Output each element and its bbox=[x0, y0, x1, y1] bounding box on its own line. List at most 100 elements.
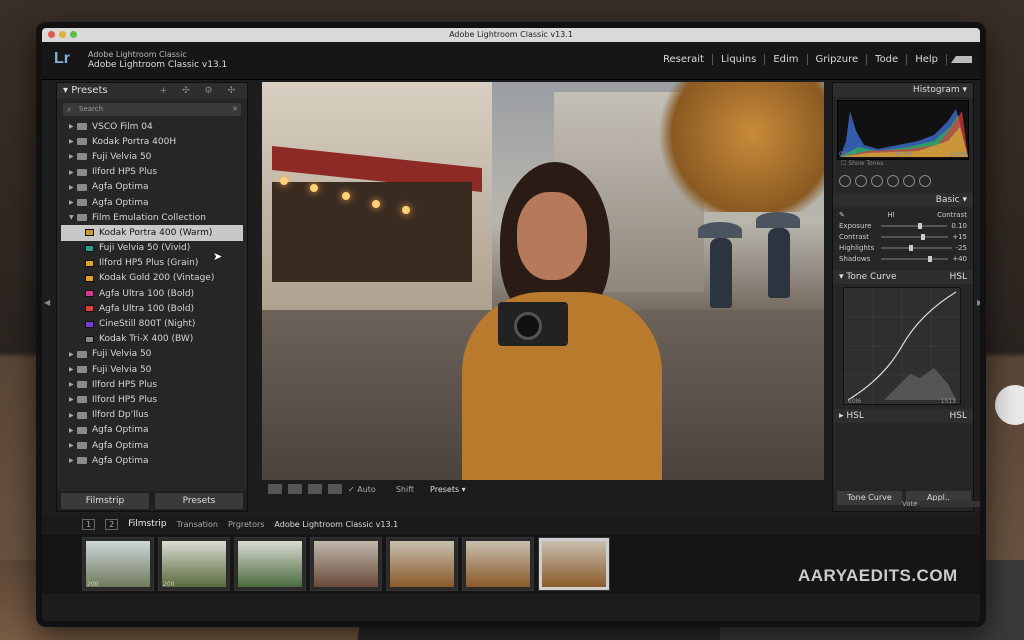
filmstrip-crumb[interactable]: Prgretors bbox=[228, 520, 264, 529]
preset-folder[interactable]: ▶ Fuji Velvia 50 bbox=[61, 362, 243, 377]
monitor-2-icon[interactable]: 2 bbox=[105, 518, 119, 530]
module-edim[interactable]: Edim bbox=[765, 54, 808, 65]
disclosure-triangle-icon[interactable]: ▶ bbox=[69, 412, 77, 419]
preset-folder[interactable]: ▶ Fuji Velvia 50 bbox=[61, 347, 243, 362]
basic-header[interactable]: Basic ▾ bbox=[833, 193, 973, 207]
slider-knob[interactable] bbox=[921, 233, 926, 240]
preset-folder[interactable]: ▶ VSCO Film 04 bbox=[61, 119, 243, 134]
preset-search-input[interactable]: ⌕ Search ✕ bbox=[63, 103, 241, 116]
slider-value[interactable]: +40 bbox=[952, 255, 967, 263]
disclosure-triangle-icon[interactable]: ▶ bbox=[69, 123, 77, 130]
preset-item[interactable]: CineStill 800T (Night) bbox=[61, 316, 243, 331]
filmstrip-thumbnail[interactable] bbox=[310, 537, 382, 591]
toolbar-presets-dropdown[interactable]: Presets ▾ bbox=[430, 485, 466, 494]
preset-folder[interactable]: ▶ Agfa Optima bbox=[61, 195, 243, 210]
slider-knob[interactable] bbox=[928, 255, 933, 262]
preset-item[interactable]: Kodak Tri-X 400 (BW) bbox=[61, 332, 243, 347]
slider-value[interactable]: +15 bbox=[952, 233, 967, 241]
filmstrip-thumbnail[interactable] bbox=[234, 537, 306, 591]
filmstrip-thumbnail[interactable]: 200 bbox=[82, 537, 154, 591]
disclosure-triangle-icon[interactable]: ▶ bbox=[69, 184, 77, 191]
module-menu-icon[interactable] bbox=[951, 56, 972, 63]
slider-knob[interactable] bbox=[917, 222, 922, 229]
module-reserait[interactable]: Reserait bbox=[655, 54, 713, 65]
preset-folder[interactable]: ▶ Ilford Dp'llus bbox=[61, 408, 243, 423]
histogram-header[interactable]: Histogram ▾ bbox=[833, 83, 973, 97]
disclosure-triangle-icon[interactable]: ▶ bbox=[69, 442, 77, 449]
monitor-1-icon[interactable]: 1 bbox=[82, 518, 96, 530]
graduated-filter-icon[interactable] bbox=[903, 175, 915, 187]
tone-curve[interactable]: €0l6 1513 bbox=[843, 287, 961, 405]
survey-view-icon[interactable] bbox=[328, 484, 342, 494]
vote-control[interactable]: Vote bbox=[902, 500, 980, 508]
slider-track[interactable] bbox=[881, 244, 952, 251]
brush-tool-icon[interactable] bbox=[919, 175, 931, 187]
vote-field[interactable] bbox=[919, 501, 980, 507]
preset-item[interactable]: Kodak Portra 400 (Warm) bbox=[61, 225, 243, 241]
preset-item[interactable]: Agfa Ultra 100 (Bold) bbox=[61, 301, 243, 316]
tone-curve-button[interactable]: Tone Curve bbox=[837, 491, 902, 505]
maximize-window-icon[interactable] bbox=[70, 31, 77, 38]
preset-folder[interactable]: ▶ Kodak Portra 400H bbox=[61, 134, 243, 149]
filmstrip-thumbnail[interactable]: 200 bbox=[158, 537, 230, 591]
slider-contrast[interactable]: Contrast +15 bbox=[833, 231, 973, 242]
panel-controls[interactable]: + ✣ ⚙ ✣ bbox=[160, 83, 241, 99]
disclosure-triangle-icon[interactable]: ▶ bbox=[69, 351, 77, 358]
slider-shadows[interactable]: Shadows +40 bbox=[833, 253, 973, 264]
preset-folder[interactable]: ▶ Agfa Optima bbox=[61, 423, 243, 438]
loupe-view-icon[interactable] bbox=[288, 484, 302, 494]
preset-folder[interactable]: ▼ Film Emulation Collection bbox=[61, 210, 243, 225]
slider-track[interactable] bbox=[881, 233, 949, 240]
hsl-tab[interactable]: HSL bbox=[950, 270, 968, 284]
module-gripzure[interactable]: Gripzure bbox=[808, 54, 868, 65]
preset-folder[interactable]: ▶ Agfa Optima bbox=[61, 180, 243, 195]
filmstrip-thumbnail[interactable] bbox=[386, 537, 458, 591]
preset-folder[interactable]: ▶ Agfa Optima bbox=[61, 453, 243, 468]
close-window-icon[interactable] bbox=[48, 31, 55, 38]
filmstrip-tab[interactable]: Filmstrip bbox=[128, 519, 166, 529]
preset-folder[interactable]: ▶ Fuji Velvia 50 bbox=[61, 149, 243, 164]
presets-panel-header[interactable]: ▾ Presets + ✣ ⚙ ✣ bbox=[57, 83, 247, 99]
preset-folder[interactable]: ▶ Ilford HPS Plus bbox=[61, 165, 243, 180]
disclosure-triangle-icon[interactable]: ▶ bbox=[69, 381, 77, 388]
slider-value[interactable]: 0.10 bbox=[951, 222, 967, 230]
left-panel-toggle-icon[interactable]: ◀ bbox=[44, 298, 50, 307]
slider-track[interactable] bbox=[881, 255, 949, 262]
compare-view-icon[interactable] bbox=[308, 484, 322, 494]
disclosure-triangle-icon[interactable]: ▶ bbox=[69, 366, 77, 373]
disclosure-triangle-icon[interactable]: ▼ bbox=[69, 214, 77, 221]
disclosure-triangle-icon[interactable]: ▶ bbox=[69, 169, 77, 176]
window-controls[interactable] bbox=[48, 31, 77, 38]
crop-tool-icon[interactable] bbox=[839, 175, 851, 187]
preset-folder[interactable]: ▶ Ilford HP5 Plus bbox=[61, 392, 243, 407]
tone-curve-header[interactable]: ▾ Tone Curve HSL bbox=[833, 270, 973, 284]
disclosure-triangle-icon[interactable]: ▶ bbox=[69, 396, 77, 403]
preset-item[interactable]: Agfa Ultra 100 (Bold) bbox=[61, 286, 243, 301]
disclosure-triangle-icon[interactable]: ▶ bbox=[69, 457, 77, 464]
filmstrip-thumbnail[interactable] bbox=[538, 537, 610, 591]
module-tode[interactable]: Tode bbox=[867, 54, 908, 65]
minimize-window-icon[interactable] bbox=[59, 31, 66, 38]
preset-folder[interactable]: ▶ Ilford HPS Plus bbox=[61, 377, 243, 392]
right-panel-toggle-icon[interactable]: ▶ bbox=[977, 298, 980, 307]
filmstrip-crumb[interactable]: Adobe Lightroom Classic v13.1 bbox=[274, 520, 398, 529]
eyedropper-icon[interactable]: ✎ bbox=[839, 211, 845, 219]
red-eye-icon[interactable] bbox=[871, 175, 883, 187]
mask-tool-icon[interactable] bbox=[887, 175, 899, 187]
clear-search-icon[interactable]: ✕ bbox=[232, 103, 238, 116]
module-liquins[interactable]: Liquins bbox=[713, 54, 766, 65]
slider-track[interactable] bbox=[881, 222, 948, 229]
presets-button[interactable]: Presets bbox=[155, 493, 243, 509]
filmstrip-crumb[interactable]: Transation bbox=[177, 520, 218, 529]
filmstrip-thumbnail[interactable] bbox=[462, 537, 534, 591]
disclosure-triangle-icon[interactable]: ▶ bbox=[69, 153, 77, 160]
filmstrip-button[interactable]: Filmstrip bbox=[61, 493, 149, 509]
loupe-view[interactable] bbox=[262, 82, 824, 480]
hsl-header[interactable]: ▸ HSL HSL bbox=[833, 409, 973, 423]
slider-knob[interactable] bbox=[909, 244, 914, 251]
slider-exposure[interactable]: Exposure 0.10 bbox=[833, 220, 973, 231]
slider-value[interactable]: -25 bbox=[956, 244, 967, 252]
spot-removal-icon[interactable] bbox=[855, 175, 867, 187]
preset-folder[interactable]: ▶ Agfa Optima bbox=[61, 438, 243, 453]
module-help[interactable]: Help bbox=[907, 54, 947, 65]
